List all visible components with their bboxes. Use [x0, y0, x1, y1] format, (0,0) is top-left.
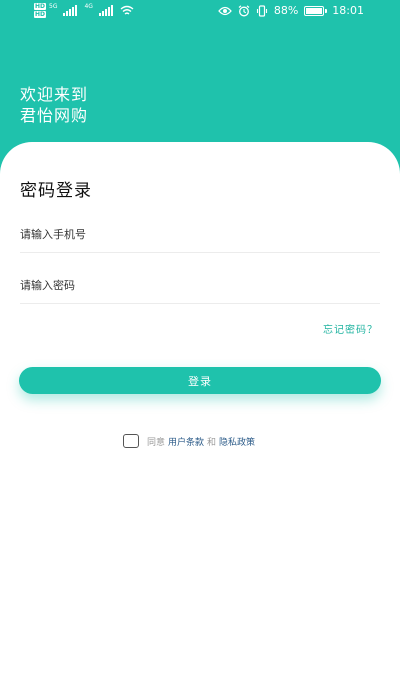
signal-icon	[98, 5, 113, 16]
alarm-icon	[238, 4, 250, 16]
welcome-line-2: 君怡网购	[20, 106, 89, 125]
page-title: 密码登录	[20, 181, 92, 201]
status-left: HD HD 5G 4G	[34, 3, 134, 18]
password-field	[20, 268, 380, 304]
battery-icon	[304, 5, 328, 16]
hd-badge-1: HD	[34, 3, 47, 10]
privacy-link[interactable]: 隐私政策	[219, 435, 255, 448]
password-input[interactable]	[20, 268, 380, 303]
signal-icon	[63, 5, 78, 16]
vibrate-icon	[256, 4, 267, 17]
network-4g-label: 4G	[84, 3, 93, 10]
terms-link[interactable]: 用户条款	[168, 435, 204, 448]
agree-checkbox[interactable]	[123, 434, 139, 448]
welcome-line-1: 欢迎来到	[20, 85, 89, 104]
status-bar: HD HD 5G 4G 88% 18:01	[0, 0, 400, 24]
hd-badges: HD HD	[34, 3, 47, 18]
phone-input[interactable]	[20, 217, 380, 252]
login-button[interactable]: 登录	[19, 367, 381, 394]
network-5g-label: 5G	[49, 3, 58, 10]
phone-field	[20, 217, 380, 253]
agree-prefix: 同意	[147, 437, 166, 448]
agree-conjunction: 和	[207, 437, 217, 448]
eye-icon	[217, 6, 232, 15]
battery-percent: 88%	[273, 4, 299, 17]
clock: 18:01	[332, 4, 364, 17]
login-card: 密码登录 忘记密码？ 登录 同意 用户条款 和 隐私政策	[0, 142, 400, 700]
battery-fill	[306, 7, 323, 14]
hd-badge-2: HD	[34, 11, 47, 18]
forgot-password-link[interactable]: 忘记密码？	[323, 321, 378, 336]
agreement-row: 同意 用户条款 和 隐私政策	[123, 434, 258, 448]
wifi-icon	[120, 5, 134, 15]
status-right: 88% 18:01	[217, 4, 364, 17]
welcome-text: 欢迎来到 君怡网购	[20, 84, 88, 126]
